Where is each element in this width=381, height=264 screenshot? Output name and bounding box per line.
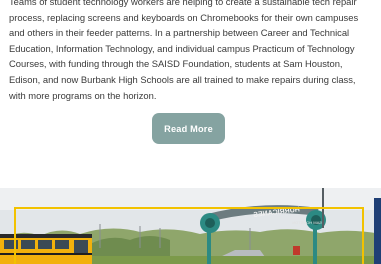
school-bus-graphic xyxy=(0,234,92,264)
article-line: Teams of student technology workers are … xyxy=(9,0,357,7)
article-line: Courses, with funding through the SAISD … xyxy=(9,58,343,70)
article-line: process, replacing screens and keyboards… xyxy=(9,11,359,23)
campus-entrance-photo: HURRICANES SAM HOUSTON xyxy=(0,188,381,264)
article-body: Teams of student technology workers are … xyxy=(9,0,377,103)
page: Teams of student technology workers are … xyxy=(0,0,381,264)
article-line: and others in their feeder patterns. In … xyxy=(9,27,350,39)
article-line: Edison, and now Burbank High Schools are… xyxy=(9,73,356,85)
sign-subtext: SAM HOUSTON xyxy=(292,220,322,225)
article-line: with more programs on the horizon. xyxy=(9,89,157,101)
article-line: Education, Information Technology, and i… xyxy=(9,42,355,54)
read-more-button[interactable]: Read More xyxy=(152,113,225,144)
